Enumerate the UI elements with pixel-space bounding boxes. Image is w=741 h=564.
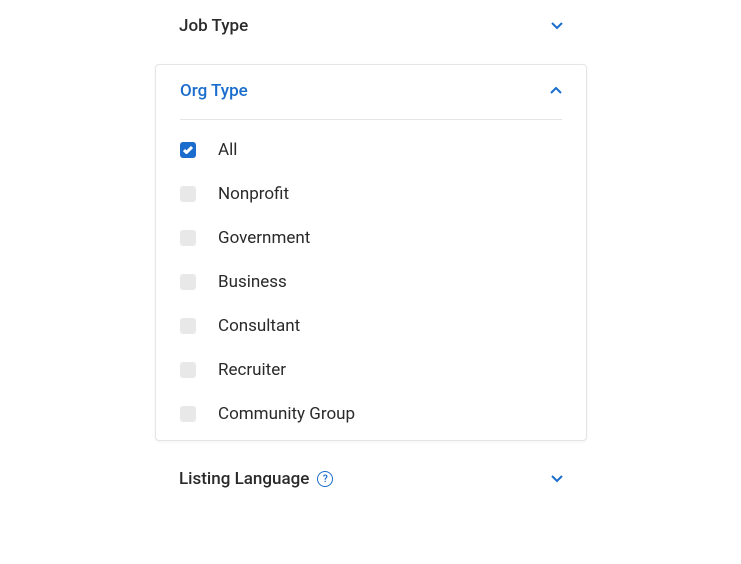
divider (180, 119, 562, 120)
option-nonprofit[interactable]: Nonprofit (180, 184, 562, 204)
option-all[interactable]: All (180, 140, 562, 160)
filter-section-listing-language: Listing Language ? (155, 453, 587, 505)
checkbox-unchecked-icon (180, 318, 196, 334)
option-label: Recruiter (218, 360, 286, 380)
chevron-down-icon (551, 20, 563, 32)
info-icon[interactable]: ? (317, 471, 333, 487)
chevron-down-icon (551, 473, 563, 485)
chevron-up-icon (550, 85, 562, 97)
option-label: Business (218, 272, 287, 292)
option-label: Government (218, 228, 310, 248)
filter-title-job-type: Job Type (179, 16, 248, 36)
filter-section-job-type: Job Type (155, 0, 587, 52)
filter-section-org-type: Org Type All Nonprofit Government (155, 64, 587, 441)
option-label: Consultant (218, 316, 300, 336)
org-type-options: All Nonprofit Government Business Consul… (180, 140, 562, 424)
option-business[interactable]: Business (180, 272, 562, 292)
checkbox-unchecked-icon (180, 230, 196, 246)
checkbox-unchecked-icon (180, 362, 196, 378)
option-government[interactable]: Government (180, 228, 562, 248)
checkbox-unchecked-icon (180, 186, 196, 202)
option-community-group[interactable]: Community Group (180, 404, 562, 424)
option-recruiter[interactable]: Recruiter (180, 360, 562, 380)
filter-header-listing-language[interactable]: Listing Language ? (179, 469, 563, 489)
filter-header-job-type[interactable]: Job Type (179, 16, 563, 36)
filter-title-org-type: Org Type (180, 81, 248, 101)
filter-title-listing-language: Listing Language (179, 469, 309, 489)
checkbox-unchecked-icon (180, 274, 196, 290)
checkbox-unchecked-icon (180, 406, 196, 422)
option-label: All (218, 140, 237, 160)
option-consultant[interactable]: Consultant (180, 316, 562, 336)
filter-header-org-type[interactable]: Org Type (180, 81, 562, 101)
checkbox-checked-icon (180, 142, 196, 158)
option-label: Nonprofit (218, 184, 289, 204)
option-label: Community Group (218, 404, 355, 424)
filter-panel: Job Type Org Type All Nonprofit (155, 0, 587, 505)
